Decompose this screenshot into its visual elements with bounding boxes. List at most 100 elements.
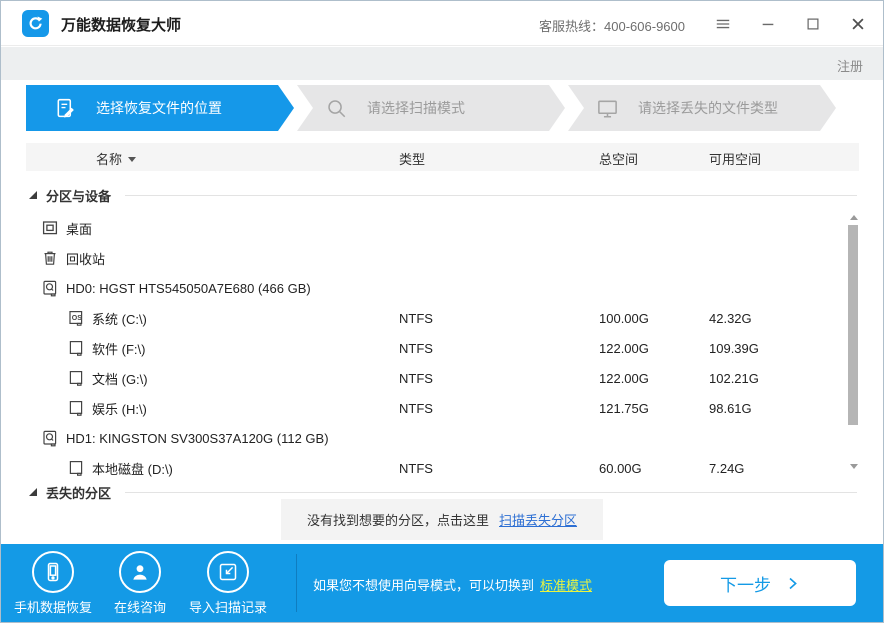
- row-name: 回收站: [66, 249, 105, 268]
- scroll-up-icon[interactable]: [850, 215, 858, 220]
- hdd-icon: [41, 429, 59, 447]
- table-row[interactable]: 娱乐 (H:\) NTFS 121.75G 98.61G: [26, 393, 859, 423]
- app-title: 万能数据恢复大师: [61, 14, 181, 35]
- section-divider: [125, 195, 857, 196]
- monitor-icon: [596, 97, 619, 120]
- partition-list: 桌面回收站 HD0: HGST HTS545050A7E680 (466 GB) O…: [26, 213, 859, 479]
- lost-partition-notice: 没有找到想要的分区，点击这里扫描丢失分区: [281, 499, 603, 540]
- next-step-label: 下一步: [720, 571, 771, 596]
- drive-icon: [67, 339, 85, 357]
- row-total: 122.00G: [599, 371, 649, 386]
- section-divider: [125, 492, 857, 493]
- row-name: 文档 (G:\): [92, 369, 148, 388]
- footer-divider: [296, 554, 297, 612]
- row-name: HD0: HGST HTS545050A7E680 (466 GB): [66, 281, 311, 296]
- row-type: NTFS: [399, 461, 433, 476]
- column-header-free[interactable]: 可用空间: [709, 149, 761, 168]
- scrollbar[interactable]: [848, 211, 859, 469]
- action-label: 导入扫描记录: [176, 597, 280, 616]
- standard-mode-link[interactable]: 标准模式: [540, 578, 592, 593]
- hotline-text: 客服热线：400-606-9600: [539, 16, 685, 35]
- column-header-name[interactable]: 名称: [96, 149, 136, 168]
- row-free: 98.61G: [709, 401, 752, 416]
- row-free: 7.24G: [709, 461, 744, 476]
- hint-text: 如果您不想使用向导模式，可以切换到: [313, 578, 534, 593]
- row-name: 系统 (C:\): [92, 309, 147, 328]
- expanded-triangle-icon: [29, 191, 37, 199]
- recycle-bin-icon: [41, 249, 59, 267]
- table-row[interactable]: 本地磁盘 (D:\) NTFS 60.00G 7.24G: [26, 453, 859, 479]
- import-scan-record-button[interactable]: 导入扫描记录: [176, 551, 280, 616]
- desktop-icon: [41, 219, 59, 237]
- minimize-icon[interactable]: [759, 15, 777, 33]
- step-label: 请选择丢失的文件类型: [638, 98, 778, 118]
- step-label: 选择恢复文件的位置: [96, 98, 222, 118]
- row-name: 软件 (F:\): [92, 339, 145, 358]
- column-header-type[interactable]: 类型: [399, 149, 425, 168]
- table-header: 名称 类型 总空间 可用空间: [26, 143, 859, 171]
- partition-list-viewport: 桌面回收站 HD0: HGST HTS545050A7E680 (466 GB) O…: [26, 211, 859, 479]
- maximize-icon[interactable]: [804, 15, 822, 33]
- notice-text: 没有找到想要的分区，点击这里: [307, 513, 489, 528]
- section-partitions-devices[interactable]: 分区与设备: [26, 186, 859, 205]
- row-free: 109.39G: [709, 341, 759, 356]
- import-icon: [207, 551, 249, 593]
- chevron-right-icon: [785, 576, 800, 591]
- drive-icon: [67, 369, 85, 387]
- row-free: 102.21G: [709, 371, 759, 386]
- row-total: 60.00G: [599, 461, 642, 476]
- menu-icon[interactable]: [714, 15, 732, 33]
- app-logo-icon: [22, 10, 49, 37]
- scan-lost-partition-link[interactable]: 扫描丢失分区: [499, 513, 577, 528]
- drive-icon: [67, 399, 85, 417]
- row-total: 121.75G: [599, 401, 649, 416]
- scroll-down-icon[interactable]: [850, 464, 858, 469]
- magnifier-icon: [325, 97, 348, 120]
- table-row[interactable]: OS 系统 (C:\) NTFS 100.00G 42.32G: [26, 303, 859, 333]
- expanded-triangle-icon: [29, 488, 37, 496]
- next-step-button[interactable]: 下一步: [664, 560, 856, 606]
- document-pen-icon: [54, 97, 77, 120]
- section-label: 分区与设备: [46, 186, 111, 205]
- wizard-steps: 选择恢复文件的位置 请选择扫描模式 请选择丢失的文件类型: [26, 85, 836, 131]
- drive-icon: [67, 459, 85, 477]
- row-type: NTFS: [399, 401, 433, 416]
- person-icon: [119, 551, 161, 593]
- app-window: 万能数据恢复大师 客服热线：400-606-9600 注册 选择恢复文件的位置: [0, 0, 884, 623]
- step-label: 请选择扫描模式: [367, 98, 465, 118]
- row-type: NTFS: [399, 311, 433, 326]
- hdd-icon: [41, 279, 59, 297]
- table-row[interactable]: 文档 (G:\) NTFS 122.00G 102.21G: [26, 363, 859, 393]
- table-row[interactable]: 回收站: [26, 243, 859, 273]
- row-free: 42.32G: [709, 311, 752, 326]
- step-select-scan-mode[interactable]: 请选择扫描模式: [297, 85, 565, 131]
- row-total: 122.00G: [599, 341, 649, 356]
- row-name: HD1: KINGSTON SV300S37A120G (112 GB): [66, 431, 329, 446]
- titlebar: 万能数据恢复大师 客服热线：400-606-9600: [1, 1, 883, 46]
- os-drive-icon: OS: [67, 309, 85, 327]
- row-name: 本地磁盘 (D:\): [92, 459, 173, 478]
- column-header-total[interactable]: 总空间: [599, 149, 638, 168]
- step-select-location[interactable]: 选择恢复文件的位置: [26, 85, 294, 131]
- scrollbar-thumb[interactable]: [848, 225, 858, 425]
- column-label: 名称: [96, 152, 122, 167]
- register-link[interactable]: 注册: [837, 56, 863, 75]
- row-name: 娱乐 (H:\): [92, 399, 147, 418]
- step-select-file-type[interactable]: 请选择丢失的文件类型: [568, 85, 836, 131]
- mode-hint: 如果您不想使用向导模式，可以切换到标准模式: [313, 575, 592, 594]
- table-row[interactable]: HD1: KINGSTON SV300S37A120G (112 GB): [26, 423, 859, 453]
- table-row[interactable]: HD0: HGST HTS545050A7E680 (466 GB): [26, 273, 859, 303]
- subbar: 注册: [1, 47, 883, 80]
- row-type: NTFS: [399, 341, 433, 356]
- sort-descending-icon: [128, 157, 136, 162]
- row-type: NTFS: [399, 371, 433, 386]
- row-total: 100.00G: [599, 311, 649, 326]
- footer-bar: 手机数据恢复 在线咨询 导入扫描记录 如果您不想使用向导模式，可以切换到标准模式…: [1, 544, 883, 622]
- window-controls: [714, 1, 867, 46]
- table-row[interactable]: 软件 (F:\) NTFS 122.00G 109.39G: [26, 333, 859, 363]
- table-row[interactable]: 桌面: [26, 213, 859, 243]
- svg-text:OS: OS: [72, 315, 82, 322]
- close-icon[interactable]: [849, 15, 867, 33]
- section-label: 丢失的分区: [46, 483, 111, 502]
- phone-icon: [32, 551, 74, 593]
